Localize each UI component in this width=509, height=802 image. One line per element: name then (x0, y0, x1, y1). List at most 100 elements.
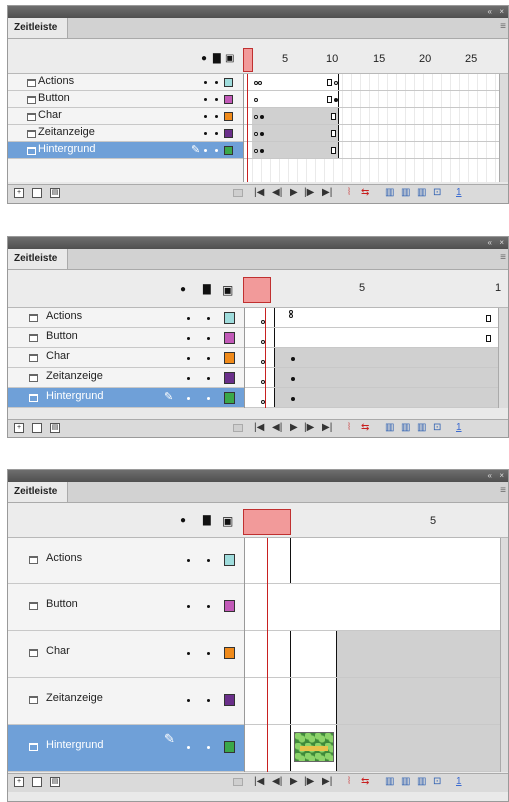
visibility-dot[interactable] (187, 652, 190, 655)
layer-row-zeitanzeige[interactable]: Zeitanzeige (8, 368, 244, 388)
visibility-dot[interactable] (187, 559, 190, 562)
horizontal-scrollbar[interactable] (233, 424, 243, 432)
visibility-dot[interactable] (204, 115, 207, 118)
new-layer-icon[interactable]: + (14, 777, 24, 787)
last-frame-icon[interactable]: ▶| (322, 776, 332, 787)
panel-menu-icon[interactable]: ≡ (500, 485, 506, 496)
visibility-dot[interactable] (187, 357, 190, 360)
visibility-dot[interactable] (187, 377, 190, 380)
loop-icon[interactable]: ⇆ (361, 776, 369, 787)
delete-icon[interactable]: ▤ (50, 777, 60, 787)
lock-dot[interactable] (207, 357, 210, 360)
visibility-dot[interactable] (204, 98, 207, 101)
tab-zeitleiste[interactable]: Zeitleiste (8, 18, 69, 38)
vertical-scrollbar[interactable] (499, 74, 508, 182)
horizontal-scrollbar[interactable] (233, 778, 243, 786)
layer-row-zeitanzeige[interactable]: Zeitanzeige (8, 125, 243, 142)
last-frame-icon[interactable]: ▶| (322, 187, 332, 198)
layer-color-swatch[interactable] (224, 332, 235, 344)
lock-dot[interactable] (207, 377, 210, 380)
collapse-icon[interactable]: « (488, 6, 492, 18)
lock-dot[interactable] (215, 81, 218, 84)
collapse-icon[interactable]: « (488, 470, 492, 482)
first-frame-icon[interactable]: |◀ (254, 187, 264, 198)
frame-row[interactable] (245, 328, 498, 348)
playhead-marker[interactable] (243, 277, 271, 303)
layer-color-swatch[interactable] (224, 95, 233, 104)
new-layer-icon[interactable]: + (14, 423, 24, 433)
layer-row-actions[interactable]: Actions (8, 538, 244, 584)
outline-icon[interactable]: ▣ (222, 514, 233, 528)
eye-icon[interactable]: ● (180, 284, 186, 295)
visibility-dot[interactable] (187, 699, 190, 702)
layer-color-swatch[interactable] (224, 694, 235, 706)
lock-dot[interactable] (207, 699, 210, 702)
lock-dot[interactable] (215, 132, 218, 135)
frame-row[interactable] (245, 538, 500, 584)
panel-menu-icon[interactable]: ≡ (500, 252, 506, 263)
edit-multiple-icon[interactable]: ▥ (417, 776, 426, 787)
lock-dot[interactable] (207, 559, 210, 562)
frame-row[interactable] (245, 368, 498, 388)
layer-color-swatch[interactable] (224, 112, 233, 121)
current-frame-number[interactable]: 1 (456, 776, 462, 787)
lock-dot[interactable] (215, 149, 218, 152)
edit-multiple-icon[interactable]: ▥ (417, 422, 426, 433)
layer-row-button[interactable]: Button (8, 328, 244, 348)
onion-outline-icon[interactable]: ▥ (401, 187, 410, 198)
close-icon[interactable]: × (499, 6, 504, 18)
frame-row[interactable] (245, 725, 500, 772)
layer-color-swatch[interactable] (224, 741, 235, 753)
next-frame-icon[interactable]: |▶ (304, 422, 314, 433)
visibility-dot[interactable] (204, 81, 207, 84)
play-icon[interactable]: ▶ (290, 187, 298, 198)
visibility-dot[interactable] (204, 149, 207, 152)
layer-row-button[interactable]: Button (8, 91, 243, 108)
lock-icon[interactable]: ▇ (203, 515, 211, 526)
delete-icon[interactable]: ▤ (50, 423, 60, 433)
frame-grid[interactable] (245, 308, 498, 408)
layer-row-char[interactable]: Char (8, 631, 244, 678)
center-frame-icon[interactable]: ⦚ (348, 422, 350, 433)
visibility-dot[interactable] (187, 746, 190, 749)
new-folder-icon[interactable] (32, 188, 42, 198)
visibility-dot[interactable] (187, 605, 190, 608)
vertical-scrollbar[interactable] (498, 308, 508, 408)
layer-row-char[interactable]: Char (8, 108, 243, 125)
collapse-icon[interactable]: « (488, 237, 492, 249)
lock-dot[interactable] (215, 115, 218, 118)
edit-multiple-icon[interactable]: ▥ (417, 187, 426, 198)
next-frame-icon[interactable]: |▶ (304, 187, 314, 198)
center-frame-icon[interactable]: ⦚ (348, 187, 350, 198)
close-icon[interactable]: × (499, 237, 504, 249)
play-icon[interactable]: ▶ (290, 422, 298, 433)
current-frame-number[interactable]: 1 (456, 187, 462, 198)
layer-row-char[interactable]: Char (8, 348, 244, 368)
new-folder-icon[interactable] (32, 777, 42, 787)
delete-icon[interactable]: ▤ (50, 188, 60, 198)
layer-row-button[interactable]: Button (8, 584, 244, 631)
playhead-marker[interactable] (243, 48, 253, 72)
first-frame-icon[interactable]: |◀ (254, 776, 264, 787)
frame-grid[interactable] (245, 538, 500, 772)
layer-color-swatch[interactable] (224, 312, 235, 324)
prev-frame-icon[interactable]: ◀| (272, 422, 282, 433)
onion-markers-icon[interactable]: ⊡ (433, 187, 441, 198)
close-icon[interactable]: × (499, 470, 504, 482)
frame-row[interactable] (244, 142, 499, 159)
loop-icon[interactable]: ⇆ (361, 187, 369, 198)
frame-row[interactable] (244, 125, 499, 142)
onion-skin-icon[interactable]: ▥ (385, 422, 394, 433)
lock-icon[interactable]: ▇ (203, 284, 211, 295)
layer-color-swatch[interactable] (224, 600, 235, 612)
eye-icon[interactable]: ● (201, 53, 207, 64)
layer-row-zeitanzeige[interactable]: Zeitanzeige (8, 678, 244, 725)
layer-row-hintergrund[interactable]: Hintergrund ✎ (8, 142, 243, 159)
tab-zeitleiste[interactable]: Zeitleiste (8, 249, 69, 269)
prev-frame-icon[interactable]: ◀| (272, 187, 282, 198)
outline-icon[interactable]: ▣ (225, 53, 234, 64)
frame-row[interactable] (245, 678, 500, 725)
panel-menu-icon[interactable]: ≡ (500, 21, 506, 32)
layer-color-swatch[interactable] (224, 392, 235, 404)
visibility-dot[interactable] (187, 317, 190, 320)
